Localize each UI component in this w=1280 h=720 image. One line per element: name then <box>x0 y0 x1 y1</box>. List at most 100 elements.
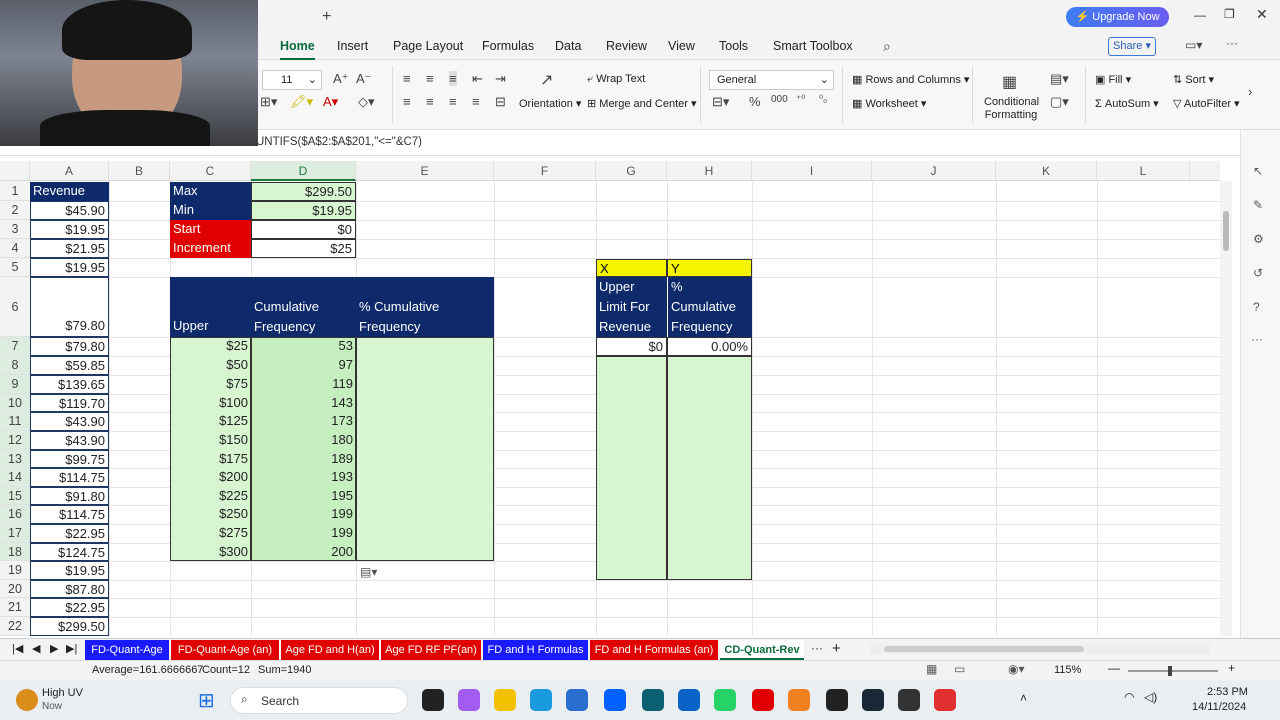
copilot-icon[interactable] <box>458 689 480 711</box>
cell-d17[interactable]: 199 <box>251 524 356 543</box>
sheet-tab-cd-quant-rev[interactable]: CD-Quant-Rev <box>720 640 804 660</box>
steam-icon[interactable] <box>862 689 884 711</box>
search-icon[interactable]: ⌕ <box>883 38 891 55</box>
settings-icon[interactable]: ⚙ <box>1253 232 1264 246</box>
orientation-button[interactable]: Orientation ▾ <box>519 97 581 110</box>
cell-a20[interactable]: $87.80 <box>30 580 109 598</box>
close-icon[interactable]: ✕ <box>1256 6 1268 23</box>
row-header[interactable]: 6 <box>0 277 30 337</box>
cell-style-icon[interactable]: ▤▾ <box>1050 71 1069 87</box>
cell-g6[interactable]: Upper Limit For Revenue <box>596 277 667 337</box>
cell-c13[interactable]: $175 <box>170 450 251 468</box>
cell-d18[interactable]: 200 <box>251 543 356 561</box>
col-header-j[interactable]: J <box>872 161 996 181</box>
row-header[interactable]: 15 <box>0 487 30 505</box>
cell-a10[interactable]: $119.70 <box>30 394 109 412</box>
youtube-icon[interactable] <box>752 689 774 711</box>
cell-d2[interactable]: $19.95 <box>251 201 356 220</box>
row-header[interactable]: 4 <box>0 239 30 258</box>
row-header[interactable]: 7 <box>0 337 30 356</box>
highlight-icon[interactable]: 🖍▾ <box>290 94 313 110</box>
cell-a7[interactable]: $79.80 <box>30 337 109 356</box>
indent-increase-icon[interactable]: ⇥ <box>495 71 506 87</box>
upgrade-button[interactable]: ⚡ Upgrade Now <box>1066 7 1169 27</box>
merge-center-button[interactable]: ⊞ Merge and Center ▾ <box>587 97 697 110</box>
col-header-c[interactable]: C <box>170 161 251 181</box>
increase-decimal-icon[interactable]: ⁺⁰ <box>796 94 805 105</box>
cell-c14[interactable]: $200 <box>170 468 251 487</box>
cell-d9[interactable]: 119 <box>251 375 356 394</box>
rows-columns-button[interactable]: ▦ Rows and Columns ▾ <box>852 73 969 86</box>
align-middle-icon[interactable]: ≡ <box>426 71 434 86</box>
zoom-out-icon[interactable]: — <box>1108 661 1120 675</box>
cell-c12[interactable]: $150 <box>170 431 251 450</box>
cell-c17[interactable]: $275 <box>170 524 251 543</box>
zoom-slider-thumb[interactable] <box>1168 666 1172 676</box>
cell-a16[interactable]: $114.75 <box>30 505 109 524</box>
tray-chevron-icon[interactable]: ˄ <box>1020 691 1027 705</box>
align-top-icon[interactable]: ≡ <box>403 71 411 86</box>
cell-c11[interactable]: $125 <box>170 412 251 431</box>
weather-icon[interactable] <box>16 689 38 711</box>
row-header[interactable]: 9 <box>0 375 30 394</box>
col-header-h[interactable]: H <box>667 161 752 181</box>
thousands-icon[interactable]: 000 <box>771 94 788 105</box>
sheet-tab-fd-and-h-formulas[interactable]: FD and H Formulas <box>483 640 588 660</box>
cell-c16[interactable]: $250 <box>170 505 251 524</box>
store-icon[interactable] <box>566 689 588 711</box>
row-header[interactable]: 13 <box>0 450 30 468</box>
col-header-d[interactable]: D <box>251 161 356 181</box>
cell-d4[interactable]: $25 <box>251 239 356 258</box>
cell-a5[interactable]: $19.95 <box>30 258 109 277</box>
autofilter-button[interactable]: ▽ AutoFilter ▾ <box>1173 97 1240 110</box>
epic-games-icon[interactable] <box>826 689 848 711</box>
col-header-l[interactable]: L <box>1097 161 1190 181</box>
tab-formulas[interactable]: Formulas <box>482 39 534 53</box>
cell-h6[interactable]: % Cumulative Frequency <box>667 277 752 337</box>
row-header[interactable]: 2 <box>0 201 30 220</box>
horizontal-scrollbar[interactable] <box>870 644 1210 654</box>
row-header[interactable]: 17 <box>0 524 30 543</box>
cell-d11[interactable]: 173 <box>251 412 356 431</box>
new-tab-icon[interactable]: + <box>322 8 331 26</box>
row-header[interactable]: 1 <box>0 181 30 201</box>
cell-c15[interactable]: $225 <box>170 487 251 505</box>
cell-d1[interactable]: $299.50 <box>251 182 356 201</box>
distributed-icon[interactable]: ⊟ <box>495 94 506 110</box>
task-view-icon[interactable] <box>422 689 444 711</box>
row-header[interactable]: 5 <box>0 258 30 277</box>
tab-smart-toolbox[interactable]: Smart Toolbox <box>773 39 853 53</box>
font-size-select[interactable]: 11 ⌄ <box>262 70 322 90</box>
currency-icon[interactable]: ⊟▾ <box>712 94 729 110</box>
tab-tools[interactable]: Tools <box>719 39 748 53</box>
prev-sheet-icon[interactable]: ◀ <box>32 642 40 655</box>
formula-text[interactable]: =COUNTIFS($A$2:$A$201,"<="&C7) <box>232 136 422 148</box>
tab-view[interactable]: View <box>668 39 695 53</box>
row-header[interactable]: 12 <box>0 431 30 450</box>
sort-button[interactable]: ⇅ Sort ▾ <box>1173 73 1214 86</box>
sheet-tab-fd-quant-age[interactable]: FD-Quant-Age <box>85 640 169 660</box>
percent-icon[interactable]: % <box>749 94 761 109</box>
worksheet-button[interactable]: ▦ Worksheet ▾ <box>852 97 926 110</box>
cell-c9[interactable]: $75 <box>170 375 251 394</box>
tab-review[interactable]: Review <box>606 39 647 53</box>
add-sheet-icon[interactable]: + <box>832 640 841 657</box>
cell-d16[interactable]: 199 <box>251 505 356 524</box>
comment-icon[interactable]: ▭▾ <box>1185 38 1202 52</box>
cell-h7[interactable]: 0.00% <box>667 337 752 356</box>
col-header-a[interactable]: A <box>30 161 109 181</box>
font-color-icon[interactable]: A▾ <box>323 94 338 110</box>
tab-page-layout[interactable]: Page Layout <box>393 39 463 53</box>
sheet-tab-fd-and-h-formulas-an[interactable]: FD and H Formulas (an) <box>590 640 718 660</box>
sheet-tab-fd-quant-age-an[interactable]: FD-Quant-Age (an) <box>171 640 279 660</box>
clock-date[interactable]: 14/11/2024 <box>1192 701 1246 713</box>
scroll-thumb[interactable] <box>1223 211 1229 251</box>
cell-e6[interactable]: % Cumulative Frequency <box>356 297 494 337</box>
minimize-icon[interactable]: — <box>1194 8 1206 22</box>
cell-c10[interactable]: $100 <box>170 394 251 412</box>
more-sheets-icon[interactable]: ··· <box>811 641 823 655</box>
col-header-i[interactable]: I <box>752 161 872 181</box>
col-header-f[interactable]: F <box>494 161 596 181</box>
cell-a12[interactable]: $43.90 <box>30 431 109 450</box>
cell-c1[interactable]: Max <box>170 182 251 201</box>
